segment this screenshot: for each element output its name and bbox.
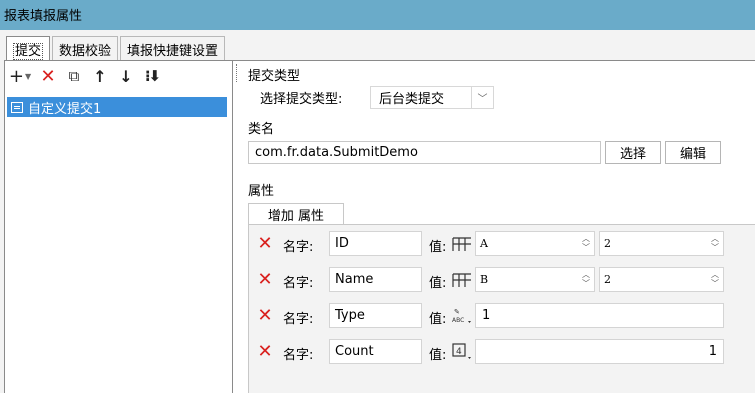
tab-data-validation-label: 数据校验 [59, 44, 112, 59]
value-label: 值: [429, 276, 447, 291]
tab-content: + ▼ ✕ ⧉ ↑ ↓ ⁝⬇ 自定义提交1 提交类型 选择提交类型: 后台类提交 … [4, 60, 755, 393]
cell-reference-spinner[interactable]: B ︿ ﹀ [475, 267, 595, 292]
tab-bar: 提交 数据校验 填报快捷键设置 [6, 36, 227, 61]
submit-settings-panel: 提交类型 选择提交类型: 后台类提交 ﹀ 类名 com.fr.data.Subm… [240, 61, 755, 393]
document-icon [11, 101, 23, 113]
cell-type-icon[interactable] [451, 269, 473, 289]
property-row: ✕ 名字: Type 值: ✎ ABC 1 [249, 301, 755, 331]
window-titlebar: 报表填报属性 [0, 0, 755, 30]
name-label: 名字: [283, 276, 314, 291]
value-spinner-value: 2 [604, 273, 611, 286]
name-label: 名字: [283, 348, 314, 363]
property-row: ✕ 名字: ID 值: A ︿ ﹀ 2 ︿ ﹀ [249, 229, 755, 259]
string-type-icon[interactable]: ✎ ABC [451, 305, 473, 325]
cell-reference-value: B [480, 273, 489, 286]
name-label: 名字: [283, 240, 314, 255]
property-row: ✕ 名字: Name 值: B ︿ ﹀ 2 ︿ ﹀ [249, 265, 755, 295]
delete-row-icon[interactable]: ✕ [255, 235, 275, 253]
spinner-arrows-icon: ︿ ﹀ [582, 270, 590, 288]
value-spinner[interactable]: 2 ︿ ﹀ [599, 231, 724, 256]
submit-type-value: 后台类提交 [379, 92, 445, 107]
sort-icon[interactable]: ⁝⬇ [141, 65, 163, 87]
value-label: 值: [429, 312, 447, 327]
chevron-down-icon: ﹀ [471, 87, 493, 108]
number-type-icon[interactable]: 4 [451, 341, 473, 361]
window-title: 报表填报属性 [4, 9, 83, 24]
delete-icon[interactable]: ✕ [37, 65, 59, 87]
move-down-icon[interactable]: ↓ [115, 65, 137, 87]
cell-reference-value: A [480, 237, 488, 250]
delete-row-icon[interactable]: ✕ [255, 343, 275, 361]
property-list: ✕ 名字: ID 值: A ︿ ﹀ 2 ︿ ﹀ ✕ 名字: Name 值: B … [248, 224, 755, 393]
value-label: 值: [429, 240, 447, 255]
copy-icon[interactable]: ⧉ [63, 65, 85, 87]
tab-submit-label: 提交 [13, 43, 44, 60]
submit-list-panel: + ▼ ✕ ⧉ ↑ ↓ ⁝⬇ 自定义提交1 [5, 61, 233, 393]
move-up-icon[interactable]: ↑ [89, 65, 111, 87]
property-row: ✕ 名字: Count 值: 4 1 [249, 337, 755, 367]
property-name-input[interactable]: Name [329, 267, 422, 292]
submit-type-label: 选择提交类型: [260, 92, 343, 107]
edit-class-button[interactable]: 编辑 [665, 141, 721, 164]
tab-shortcut-settings-label: 填报快捷键设置 [127, 44, 219, 59]
spinner-arrows-icon: ︿ ﹀ [582, 234, 590, 252]
value-label: 值: [429, 348, 447, 363]
value-spinner-value: 2 [604, 237, 611, 250]
value-spinner[interactable]: 2 ︿ ﹀ [599, 267, 724, 292]
cell-reference-spinner[interactable]: A ︿ ﹀ [475, 231, 595, 256]
splitter-grip-icon [236, 64, 238, 82]
spinner-arrows-icon: ︿ ﹀ [711, 270, 719, 288]
class-name-title: 类名 [248, 122, 275, 137]
list-item[interactable]: 自定义提交1 [7, 97, 227, 117]
tab-data-validation[interactable]: 数据校验 [52, 36, 119, 60]
property-name-input[interactable]: ID [329, 231, 422, 256]
choose-class-button[interactable]: 选择 [605, 141, 661, 164]
list-toolbar: + ▼ ✕ ⧉ ↑ ↓ ⁝⬇ [7, 63, 231, 89]
number-value-input[interactable]: 1 [475, 339, 724, 364]
delete-row-icon[interactable]: ✕ [255, 307, 275, 325]
add-icon[interactable]: + ▼ [7, 65, 33, 87]
list-item-label: 自定义提交1 [28, 101, 102, 117]
tab-submit[interactable]: 提交 [6, 36, 51, 61]
cell-type-icon[interactable] [451, 233, 473, 253]
property-name-input[interactable]: Count [329, 339, 422, 364]
svg-text:4: 4 [456, 347, 462, 357]
submit-type-select[interactable]: 后台类提交 ﹀ [370, 86, 494, 109]
submit-type-title: 提交类型 [248, 69, 301, 84]
string-value-input[interactable]: 1 [475, 303, 724, 328]
add-property-button[interactable]: 增加 属性 [248, 203, 344, 225]
svg-text:ABC: ABC [452, 317, 464, 324]
delete-row-icon[interactable]: ✕ [255, 271, 275, 289]
name-label: 名字: [283, 312, 314, 327]
spinner-arrows-icon: ︿ ﹀ [711, 234, 719, 252]
svg-text:✎: ✎ [454, 308, 460, 316]
properties-title: 属性 [248, 184, 275, 199]
property-name-input[interactable]: Type [329, 303, 422, 328]
tab-shortcut-settings[interactable]: 填报快捷键设置 [120, 36, 226, 60]
class-name-input[interactable]: com.fr.data.SubmitDemo [248, 141, 601, 164]
